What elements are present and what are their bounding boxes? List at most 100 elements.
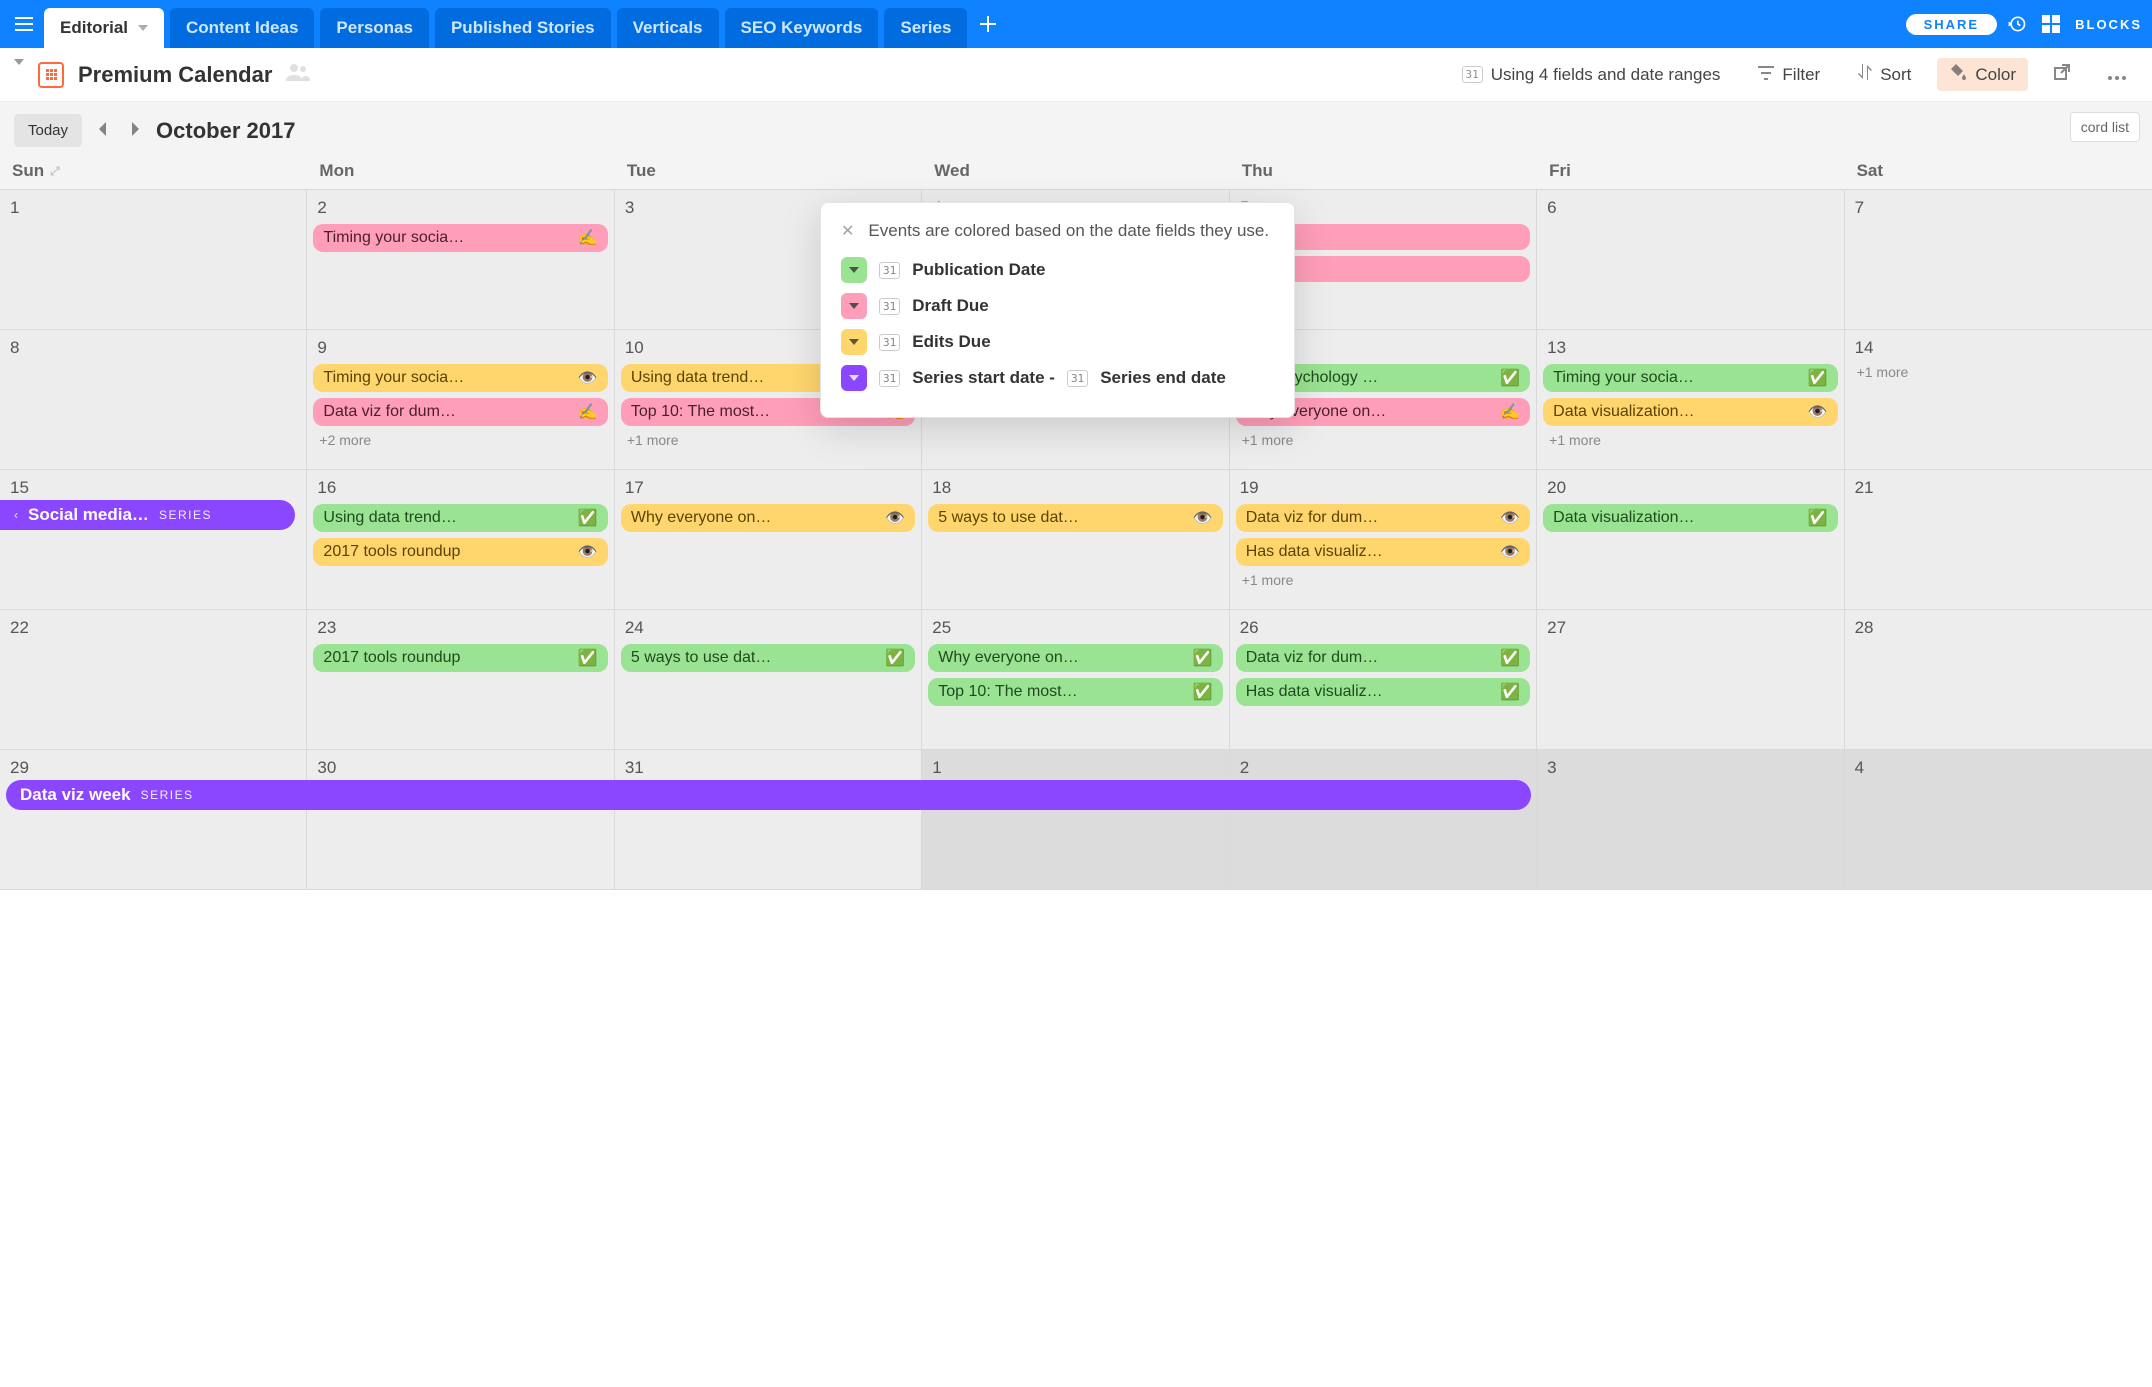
calendar-cell[interactable]: 2Timing your socia…✍️ xyxy=(307,190,614,330)
calendar-event[interactable]: 2017 tools roundup✅ xyxy=(313,644,607,672)
calendar-cell[interactable]: 185 ways to use dat…👁️ xyxy=(922,470,1229,610)
tab-content-ideas[interactable]: Content Ideas xyxy=(170,8,314,48)
calendar-cell[interactable]: 28 xyxy=(1845,610,2152,750)
calendar-cell[interactable]: 27 xyxy=(1537,610,1844,750)
color-swatch[interactable] xyxy=(841,329,867,355)
calendar-cell[interactable]: 3 xyxy=(1537,750,1844,890)
weekday-label: Tue xyxy=(627,161,656,181)
calendar-cell[interactable]: 6 xyxy=(1537,190,1844,330)
calendar-event[interactable]: Data visualization…✅ xyxy=(1543,504,1837,532)
calendar-cell[interactable]: 25Why everyone on…✅Top 10: The most…✅ xyxy=(922,610,1229,750)
calendar-event[interactable]: Timing your socia…✍️ xyxy=(313,224,607,252)
external-link-icon xyxy=(2054,64,2070,85)
event-title: Using data trend… xyxy=(323,509,456,527)
tab-personas[interactable]: Personas xyxy=(320,8,429,48)
calendar-cell[interactable]: 17Why everyone on…👁️ xyxy=(615,470,922,610)
sort-button[interactable]: Sort xyxy=(1846,58,1923,91)
calendar-event[interactable]: Has data visualiz…👁️ xyxy=(1236,538,1530,566)
more-events-link[interactable]: +1 more xyxy=(1851,364,2146,380)
color-swatch[interactable] xyxy=(841,293,867,319)
color-legend-popover: ✕ Events are colored based on the date f… xyxy=(820,202,1295,418)
color-swatch[interactable] xyxy=(841,257,867,283)
tab-verticals[interactable]: Verticals xyxy=(617,8,719,48)
collapse-icon[interactable]: ⤢ xyxy=(50,164,60,179)
calendar-cell[interactable]: 21 xyxy=(1845,470,2152,610)
calendar-cell[interactable]: 232017 tools roundup✅ xyxy=(307,610,614,750)
more-events-link[interactable]: +1 more xyxy=(1543,432,1837,448)
collaborators-icon[interactable] xyxy=(286,63,310,86)
calendar-event[interactable]: Why everyone on…👁️ xyxy=(621,504,915,532)
calendar-event[interactable]: Timing your socia…✅ xyxy=(1543,364,1837,392)
calendar-cell[interactable]: 7 xyxy=(1845,190,2152,330)
calendar-cell[interactable]: 8 xyxy=(0,330,307,470)
chevron-down-icon xyxy=(849,303,859,309)
legend-label: Edits Due xyxy=(912,332,990,352)
calendar-cell[interactable]: 30 xyxy=(307,750,614,890)
next-month-button[interactable] xyxy=(124,117,146,145)
calendar-cell[interactable]: 29 xyxy=(0,750,307,890)
legend-row: 31Edits Due xyxy=(841,329,1274,355)
blocks-icon[interactable] xyxy=(2037,10,2065,38)
today-button[interactable]: Today xyxy=(14,114,82,147)
filter-button[interactable]: Filter xyxy=(1746,59,1832,91)
event-title: Timing your socia… xyxy=(323,229,464,247)
calendar-event[interactable]: Data visualization…👁️ xyxy=(1543,398,1837,426)
calendar-event[interactable]: Why everyone on…✅ xyxy=(928,644,1222,672)
weekday-header: Sat xyxy=(1845,153,2152,189)
fields-summary-button[interactable]: 31 Using 4 fields and date ranges xyxy=(1450,59,1733,91)
more-events-link[interactable]: +2 more xyxy=(313,432,607,448)
more-events-link[interactable]: +1 more xyxy=(1236,572,1530,588)
calendar-cell[interactable]: 4 xyxy=(1845,750,2152,890)
blocks-label[interactable]: BLOCKS xyxy=(2075,17,2142,32)
calendar-cell[interactable]: 22 xyxy=(0,610,307,750)
add-table-button[interactable] xyxy=(973,9,1003,39)
series-event-stripe[interactable]: ‹Social media…SERIES xyxy=(0,500,295,530)
color-swatch[interactable] xyxy=(841,365,867,391)
calendar-cell[interactable]: 14+1 more xyxy=(1845,330,2152,470)
hamburger-icon[interactable] xyxy=(10,10,38,38)
legend-label: Series end date xyxy=(1100,368,1226,388)
share-view-button[interactable] xyxy=(2042,58,2082,91)
more-button[interactable] xyxy=(2096,59,2138,91)
event-status-icon: 👁️ xyxy=(1808,402,1828,422)
calendar-cell[interactable]: 9Timing your socia…👁️Data viz for dum…✍️… xyxy=(307,330,614,470)
close-icon[interactable]: ✕ xyxy=(841,221,854,241)
view-name[interactable]: Premium Calendar xyxy=(78,62,272,88)
calendar-event[interactable]: Timing your socia…👁️ xyxy=(313,364,607,392)
calendar-cell[interactable]: 20Data visualization…✅ xyxy=(1537,470,1844,610)
event-list: Data viz for dum…👁️ Has data visualiz…👁️ +… xyxy=(1236,504,1530,588)
share-button[interactable]: SHARE xyxy=(1906,14,1998,35)
tab-series[interactable]: Series xyxy=(884,8,967,48)
history-icon[interactable] xyxy=(2003,10,2031,38)
calendar-event[interactable]: Top 10: The most…✅ xyxy=(928,678,1222,706)
tab-published-stories[interactable]: Published Stories xyxy=(435,8,611,48)
calendar-event[interactable]: Has data visualiz…✅ xyxy=(1236,678,1530,706)
calendar-cell[interactable]: 16Using data trend…✅2017 tools roundup👁️ xyxy=(307,470,614,610)
calendar-cell[interactable]: 1 xyxy=(0,190,307,330)
calendar-cell[interactable]: 15 xyxy=(0,470,307,610)
calendar-cell[interactable]: 19Data viz for dum…👁️Has data visualiz…👁… xyxy=(1230,470,1537,610)
calendar-cell[interactable]: 245 ways to use dat…✅ xyxy=(615,610,922,750)
calendar-event[interactable]: Data viz for dum…👁️ xyxy=(1236,504,1530,532)
tab-editorial[interactable]: Editorial xyxy=(44,8,164,48)
calendar-event[interactable]: Data viz for dum…✍️ xyxy=(313,398,607,426)
calendar-event[interactable]: 5 ways to use dat…✅ xyxy=(621,644,915,672)
tab-seo-keywords[interactable]: SEO Keywords xyxy=(725,8,879,48)
prev-month-button[interactable] xyxy=(92,117,114,145)
calendar-event[interactable]: 2017 tools roundup👁️ xyxy=(313,538,607,566)
calendar-cell[interactable]: 13Timing your socia…✅Data visualization…… xyxy=(1537,330,1844,470)
calendar-event[interactable]: Using data trend…✅ xyxy=(313,504,607,532)
chevron-down-icon xyxy=(849,339,859,345)
calendar-cell[interactable]: 26Data viz for dum…✅Has data visualiz…✅ xyxy=(1230,610,1537,750)
more-events-link[interactable]: +1 more xyxy=(621,432,915,448)
calendar-cell[interactable]: 31 xyxy=(615,750,922,890)
record-list-button[interactable]: cord list xyxy=(2070,112,2140,142)
color-button[interactable]: Color xyxy=(1937,58,2028,91)
calendar-event[interactable]: Data viz for dum…✅ xyxy=(1236,644,1530,672)
calendar-event[interactable]: 5 ways to use dat…👁️ xyxy=(928,504,1222,532)
view-menu-caret[interactable] xyxy=(14,65,24,85)
calendar-cell[interactable]: 1 xyxy=(922,750,1229,890)
more-events-link[interactable]: +1 more xyxy=(1236,432,1530,448)
series-event-stripe[interactable]: Data viz weekSERIES xyxy=(6,780,1531,810)
calendar-cell[interactable]: 2 xyxy=(1230,750,1537,890)
